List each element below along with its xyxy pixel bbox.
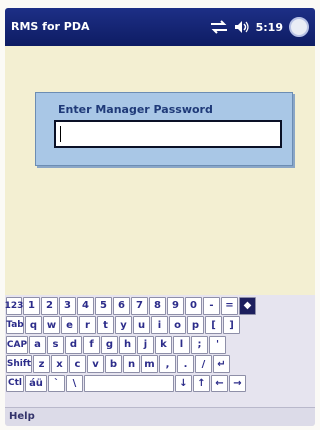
key-n[interactable]: n xyxy=(123,355,140,373)
keyboard-row: Tab q w e r t y u i o p[] xyxy=(6,316,314,335)
key-sym2-10[interactable]: ; xyxy=(191,335,208,354)
key-b[interactable]: b xyxy=(105,355,122,373)
key-sym4-1[interactable]: áü xyxy=(25,374,47,393)
key-123[interactable]: 123 xyxy=(5,297,23,315)
key-0[interactable]: 0 xyxy=(185,297,202,315)
key-j[interactable]: j xyxy=(137,335,154,354)
help-menu[interactable]: Help xyxy=(9,411,35,422)
key-cap[interactable]: CAP xyxy=(6,335,28,354)
key-sym1-12[interactable]: ] xyxy=(223,316,240,335)
key-space[interactable] xyxy=(84,374,174,393)
key-f[interactable]: f xyxy=(83,335,100,354)
key-shift[interactable]: Shift xyxy=(6,355,32,373)
key-s[interactable]: s xyxy=(47,335,64,354)
key-m[interactable]: m xyxy=(141,355,158,373)
key-r[interactable]: r xyxy=(79,316,96,335)
password-input[interactable] xyxy=(54,120,282,148)
key-w[interactable]: w xyxy=(43,316,60,335)
key-1[interactable]: 1 xyxy=(23,297,40,315)
key-x[interactable]: x xyxy=(51,355,68,373)
password-label: Enter Manager Password xyxy=(58,103,213,116)
key-sym3-8[interactable]: , xyxy=(159,355,176,373)
key-sym3-9[interactable]: . xyxy=(177,355,194,373)
keyboard-row: 123 1 2 3 4 5 6 7 8 9 0- = ◆ xyxy=(5,297,314,315)
key-g[interactable]: g xyxy=(101,335,118,354)
key-sym4-6[interactable]: ↑ xyxy=(193,374,210,393)
app-title: RMS for PDA xyxy=(11,20,90,33)
key-tab[interactable]: Tab xyxy=(6,316,24,335)
key-sym4-2[interactable]: ` xyxy=(48,374,65,393)
key-t[interactable]: t xyxy=(97,316,114,335)
key-d[interactable]: d xyxy=(65,335,82,354)
speaker-icon[interactable] xyxy=(234,20,250,34)
key-o[interactable]: o xyxy=(169,316,186,335)
key-i[interactable]: i xyxy=(151,316,168,335)
key-8[interactable]: 8 xyxy=(149,297,166,315)
soft-keyboard: 123 1 2 3 4 5 6 7 8 9 0- = ◆ Tab q w e r t y u i o p[] CAP a s d f g h… xyxy=(5,295,315,407)
key-sym0-12[interactable]: = xyxy=(221,297,238,315)
content-area: Enter Manager Password xyxy=(5,46,315,296)
key-sym3-11[interactable]: ↵ xyxy=(213,355,230,373)
key-y[interactable]: y xyxy=(115,316,132,335)
key-z[interactable]: z xyxy=(33,355,50,373)
keyboard-row: CAP a s d f g h j k l; ' xyxy=(6,335,314,354)
key-sym0-13[interactable]: ◆ xyxy=(239,297,256,315)
key-v[interactable]: v xyxy=(87,355,104,373)
key-u[interactable]: u xyxy=(133,316,150,335)
key-k[interactable]: k xyxy=(155,335,172,354)
key-9[interactable]: 9 xyxy=(167,297,184,315)
key-6[interactable]: 6 xyxy=(113,297,130,315)
key-l[interactable]: l xyxy=(173,335,190,354)
keyboard-row: Ctl áü ` \ ↓ ↑ ← → xyxy=(6,374,314,393)
password-dialog: Enter Manager Password xyxy=(35,92,293,166)
key-e[interactable]: e xyxy=(61,316,78,335)
key-7[interactable]: 7 xyxy=(131,297,148,315)
key-3[interactable]: 3 xyxy=(59,297,76,315)
key-sym2-11[interactable]: ' xyxy=(209,335,226,354)
menu-bar: Help xyxy=(5,407,315,426)
key-sym4-7[interactable]: ← xyxy=(211,374,228,393)
key-4[interactable]: 4 xyxy=(77,297,94,315)
key-sym4-8[interactable]: → xyxy=(229,374,246,393)
start-icon[interactable] xyxy=(289,17,309,37)
clock[interactable]: 5:19 xyxy=(256,21,283,34)
key-q[interactable]: q xyxy=(25,316,42,335)
pda-screen: RMS for PDA 5:19 Enter Manager Password … xyxy=(5,8,315,426)
key-2[interactable]: 2 xyxy=(41,297,58,315)
keyboard-row: Shift z x c v b n m,. / ↵ xyxy=(6,355,314,373)
key-5[interactable]: 5 xyxy=(95,297,112,315)
key-h[interactable]: h xyxy=(119,335,136,354)
text-caret xyxy=(60,126,61,142)
key-sym4-3[interactable]: \ xyxy=(66,374,83,393)
status-icons: 5:19 xyxy=(210,16,309,38)
key-sym3-10[interactable]: / xyxy=(195,355,212,373)
key-sym0-11[interactable]: - xyxy=(203,297,220,315)
title-bar: RMS for PDA 5:19 xyxy=(5,8,315,46)
key-sym4-5[interactable]: ↓ xyxy=(175,374,192,393)
key-a[interactable]: a xyxy=(29,335,46,354)
key-ctl[interactable]: Ctl xyxy=(6,374,24,393)
key-c[interactable]: c xyxy=(69,355,86,373)
key-p[interactable]: p xyxy=(187,316,204,335)
key-sym1-11[interactable]: [ xyxy=(205,316,222,335)
sync-icon[interactable] xyxy=(210,20,228,34)
